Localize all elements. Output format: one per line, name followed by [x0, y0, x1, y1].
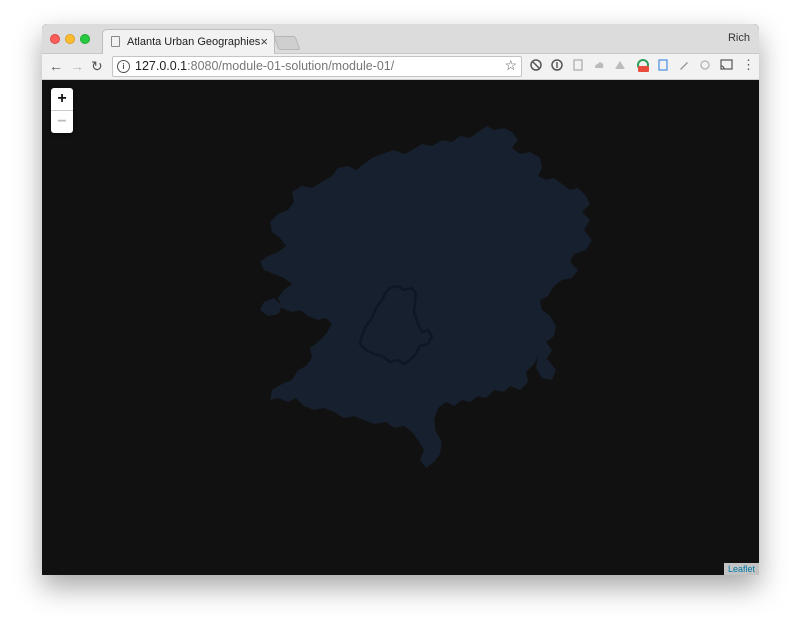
extension-drive-icon[interactable] [614, 59, 626, 71]
forward-icon[interactable]: → [70, 58, 84, 74]
extension-page-icon[interactable] [572, 59, 584, 71]
url-text[interactable]: 127.0.0.1:8080/module-01-solution/module… [135, 59, 394, 73]
extension-pen-icon[interactable] [678, 59, 690, 71]
back-icon[interactable]: ← [49, 58, 63, 74]
leaflet-attribution-link[interactable]: Leaflet [723, 563, 759, 575]
urban-area-polygon[interactable] [260, 126, 592, 468]
zoom-out-button[interactable]: − [51, 111, 73, 133]
map-container[interactable]: + − Leaflet [42, 80, 759, 575]
reload-icon[interactable]: ↻ [91, 58, 103, 74]
urban-area-fringe-west [260, 298, 282, 316]
extension-link-icon[interactable] [699, 59, 711, 71]
browser-tab[interactable]: Atlanta Urban Geographies × [102, 29, 275, 55]
cast-icon[interactable] [720, 59, 733, 71]
close-window-button[interactable] [50, 34, 60, 44]
extension-sync-icon[interactable] [530, 59, 542, 71]
minimize-window-button[interactable] [65, 34, 75, 44]
url-host: 127.0.0.1 [135, 59, 188, 73]
browser-menu-icon[interactable]: ⋮ [742, 58, 755, 72]
map-canvas[interactable] [42, 80, 759, 575]
bookmark-star-icon[interactable]: ☆ [504, 57, 517, 74]
extension-cloud-icon[interactable] [593, 59, 605, 71]
extension-off-icon[interactable] [636, 59, 649, 72]
tab-title: Atlanta Urban Geographies [127, 36, 261, 48]
title-bar: Atlanta Urban Geographies × Rich [42, 24, 759, 55]
extension-info-icon[interactable] [551, 59, 563, 71]
zoom-window-button[interactable] [80, 34, 90, 44]
browser-toolbar: ← → ↻ i 127.0.0.1:8080/module-01-solutio… [42, 54, 759, 80]
extension-doc-icon[interactable] [657, 59, 669, 71]
urban-area-fringe-southeast [536, 356, 556, 380]
new-tab-button[interactable] [273, 36, 301, 50]
zoom-control: + − [51, 88, 73, 133]
tab-close-icon[interactable]: × [260, 34, 268, 49]
zoom-in-button[interactable]: + [51, 88, 73, 111]
browser-window: Atlanta Urban Geographies × Rich ← → ↻ i… [42, 24, 759, 575]
profile-name[interactable]: Rich [728, 32, 750, 44]
info-icon[interactable]: i [117, 60, 130, 73]
address-bar[interactable]: i 127.0.0.1:8080/module-01-solution/modu… [112, 56, 522, 77]
url-path: :8080/module-01-solution/module-01/ [187, 59, 395, 73]
document-icon [111, 36, 120, 47]
